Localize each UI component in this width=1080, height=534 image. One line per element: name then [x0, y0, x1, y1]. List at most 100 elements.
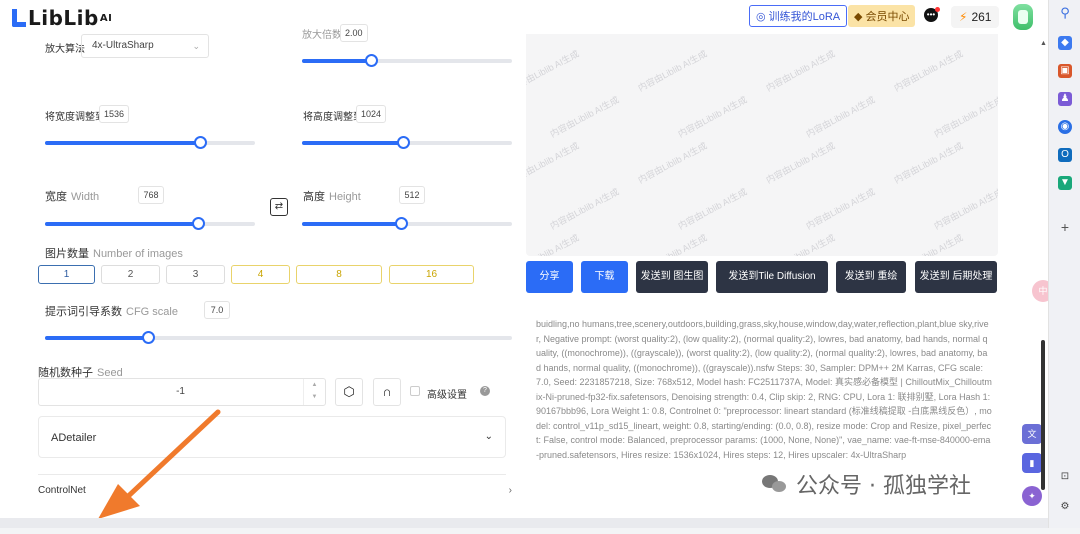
- height-value[interactable]: 512: [399, 186, 425, 204]
- seed-input[interactable]: -1 ▲ ▼: [38, 378, 326, 406]
- height-resize-slider[interactable]: [302, 136, 512, 149]
- cfg-label-en: CFG scale: [126, 306, 178, 318]
- upscaler-select[interactable]: 4x-UltraSharp ⌄: [81, 34, 209, 58]
- height-label: 高度 Height: [303, 188, 361, 204]
- height-label-cn: 高度: [303, 191, 325, 203]
- width-resize-value[interactable]: 1536: [99, 105, 130, 123]
- cfg-slider[interactable]: [45, 331, 512, 344]
- advanced-settings-checkbox[interactable]: [410, 386, 420, 396]
- diamond-icon: ◆: [854, 10, 863, 23]
- preview-watermark: 内容由Liblib AI生成: [548, 186, 621, 232]
- slider-thumb[interactable]: [394, 217, 408, 230]
- search-icon[interactable]: ⚲: [1058, 6, 1072, 20]
- help-icon[interactable]: ?: [480, 386, 490, 396]
- width-label-cn: 宽度: [45, 191, 67, 203]
- orange-arrow-annotation: [98, 409, 221, 519]
- preview-watermark: 内容由Liblib AI生成: [932, 94, 998, 140]
- copilot-icon[interactable]: ◉: [1058, 120, 1072, 134]
- height-resize-value[interactable]: 1024: [356, 105, 387, 123]
- upscaler-value: 4x-UltraSharp: [92, 40, 154, 51]
- download-button[interactable]: 下载: [581, 261, 628, 293]
- image-count-label-cn: 图片数量: [45, 248, 89, 260]
- image-count-option-8[interactable]: 8: [296, 265, 382, 284]
- preview-watermark: 内容由Liblib AI生成: [932, 186, 998, 232]
- message-icon[interactable]: •••: [924, 7, 940, 22]
- preview-watermark: 内容由Liblib AI生成: [804, 94, 877, 140]
- preview-watermark: 内容由Liblib AI生成: [676, 186, 749, 232]
- scrollbar[interactable]: ▲: [1039, 40, 1047, 490]
- logo[interactable]: LibLib AI: [12, 6, 112, 30]
- width-resize-label: 将宽度调整到: [45, 112, 105, 123]
- seed-stepper[interactable]: ▲ ▼: [303, 379, 325, 405]
- slider-thumb[interactable]: [365, 54, 379, 67]
- drop-icon[interactable]: ▼: [1058, 176, 1072, 190]
- send-to-tile-diffusion-button[interactable]: 发送到Tile Diffusion: [716, 261, 828, 293]
- gear-icon[interactable]: ⚙: [1058, 500, 1072, 514]
- left-settings-panel: 放大算法 4x-UltraSharp ⌄ 放大倍数 2.00 将宽度调整到 15…: [0, 24, 522, 528]
- dice-button[interactable]: ⬡: [335, 378, 363, 406]
- train-lora-button[interactable]: ◎ 训练我的LoRA: [749, 5, 848, 27]
- avatar[interactable]: [1013, 4, 1033, 30]
- width-value[interactable]: 768: [138, 186, 164, 204]
- slider-thumb[interactable]: [192, 217, 206, 230]
- preview-watermark: 内容由Liblib AI生成: [764, 140, 837, 186]
- share-button[interactable]: 分享: [526, 261, 573, 293]
- image-preview[interactable]: 内容由Liblib AI生成 内容由Liblib AI生成 内容由Liblib AI…: [526, 34, 998, 256]
- vip-center-button[interactable]: ◆ 会员中心: [848, 5, 916, 27]
- upscale-factor-label-partial: 放大倍数: [302, 30, 342, 41]
- slider-thumb[interactable]: [396, 136, 410, 149]
- recycle-seed-button[interactable]: ∩: [373, 378, 401, 406]
- send-to-postprocess-button[interactable]: 发送到 后期处理: [915, 261, 997, 293]
- send-to-inpaint-button[interactable]: 发送到 重绘: [836, 261, 906, 293]
- cfg-label-cn: 提示词引导系数: [45, 306, 122, 318]
- send-to-img2img-button[interactable]: 发送到 图生图: [636, 261, 708, 293]
- image-count-option-4[interactable]: 4: [231, 265, 290, 284]
- chevron-right-icon: ›: [508, 485, 512, 496]
- preview-watermark: 内容由Liblib AI生成: [548, 94, 621, 140]
- image-count-option-3[interactable]: 3: [166, 265, 225, 284]
- height-label-en: Height: [329, 191, 361, 203]
- width-slider[interactable]: [45, 217, 255, 230]
- image-count-label-en: Number of images: [93, 248, 183, 260]
- screenshot-icon[interactable]: ⊡: [1058, 470, 1072, 484]
- slider-fill: [302, 59, 372, 63]
- wechat-icon: [762, 473, 788, 495]
- slider-fill: [45, 336, 148, 340]
- logo-mark-icon: [12, 9, 26, 27]
- people-icon[interactable]: ♟: [1058, 92, 1072, 106]
- outlook-icon[interactable]: O: [1058, 148, 1072, 162]
- slider-fill: [45, 141, 201, 145]
- image-count-option-1[interactable]: 1: [38, 265, 95, 284]
- width-resize-slider[interactable]: [45, 136, 255, 149]
- slider-fill: [302, 141, 403, 145]
- top-bar: LibLib AI ◎ 训练我的LoRA ◆ 会员中心 ••• ⚡ 261: [0, 0, 1048, 34]
- preview-watermark: 内容由Liblib AI生成: [892, 232, 965, 256]
- preview-watermark: 内容由Liblib AI生成: [764, 232, 837, 256]
- recycle-icon: ∩: [382, 384, 392, 399]
- lightning-icon: ⚡: [959, 10, 968, 24]
- assistant-icon[interactable]: ✦: [1022, 486, 1042, 506]
- chevron-down-icon: ⌄: [484, 431, 493, 442]
- preview-watermark: 内容由Liblib AI生成: [892, 48, 965, 94]
- image-count-option-16[interactable]: 16: [389, 265, 474, 284]
- slider-thumb[interactable]: [141, 331, 155, 344]
- bottom-bar: [0, 518, 1048, 528]
- image-count-label: 图片数量 Number of images: [45, 245, 183, 261]
- dice-icon: ⬡: [343, 384, 355, 399]
- image-count-option-2[interactable]: 2: [101, 265, 160, 284]
- scroll-up-icon[interactable]: ▲: [1040, 40, 1047, 47]
- cfg-value[interactable]: 7.0: [204, 301, 230, 319]
- tag-icon[interactable]: ◆: [1058, 36, 1072, 50]
- points-badge[interactable]: ⚡ 261: [951, 6, 1000, 28]
- upscale-factor-slider[interactable]: [302, 54, 512, 67]
- height-slider[interactable]: [302, 217, 512, 230]
- scrollbar-thumb[interactable]: [1041, 340, 1045, 490]
- points-value: 261: [971, 10, 992, 24]
- briefcase-icon[interactable]: ▣: [1058, 64, 1072, 78]
- wechat-text: 公众号 · 孤独学社: [796, 474, 971, 499]
- upscale-factor-value[interactable]: 2.00: [340, 24, 368, 42]
- swap-dimensions-button[interactable]: ⇄: [270, 198, 288, 216]
- add-icon[interactable]: +: [1058, 220, 1072, 234]
- width-label-en: Width: [71, 191, 100, 203]
- slider-thumb[interactable]: [194, 136, 208, 149]
